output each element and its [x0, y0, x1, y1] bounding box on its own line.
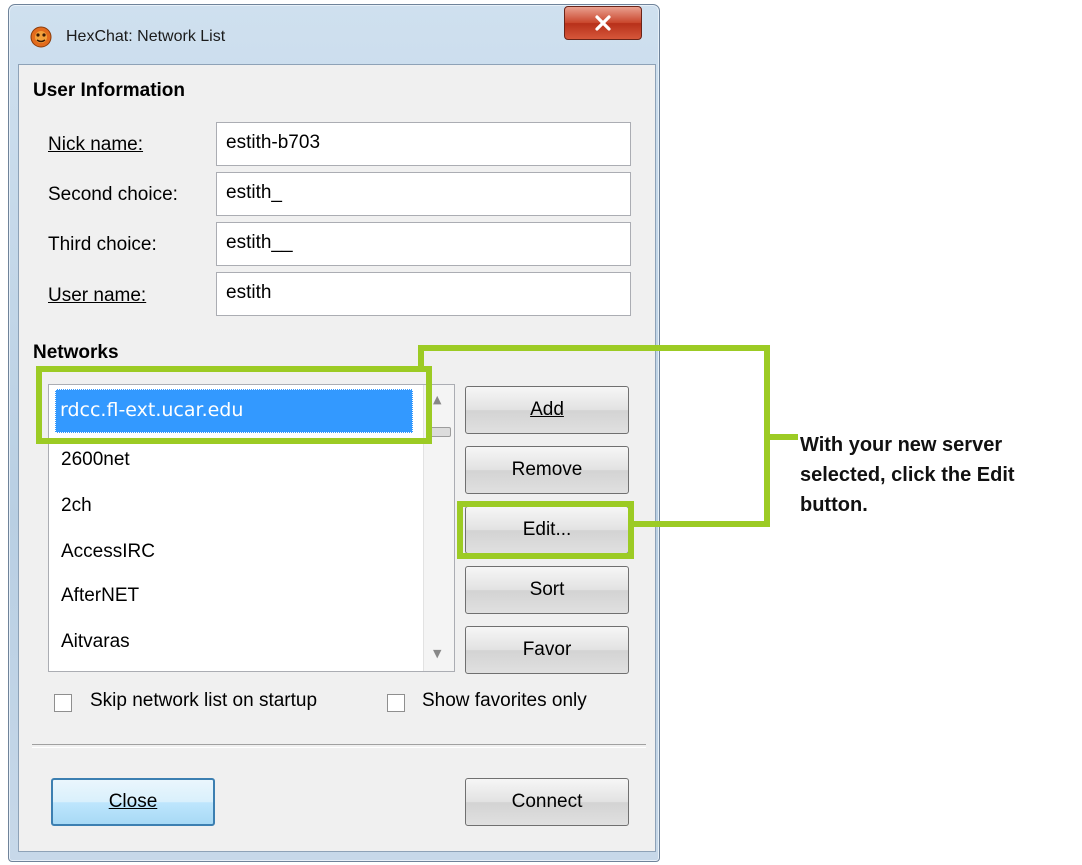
third-choice-field[interactable]: estith__ [216, 222, 631, 266]
skip-network-list-checkbox[interactable] [54, 694, 72, 712]
network-list-item[interactable]: AccessIRC [61, 541, 155, 563]
close-icon [595, 15, 611, 31]
show-favorites-label[interactable]: Show favorites only [422, 690, 587, 712]
divider [32, 744, 646, 748]
network-list-item[interactable]: 2600net [61, 449, 130, 471]
favor-button[interactable]: Favor [465, 626, 629, 674]
window-close-button[interactable] [564, 6, 642, 40]
favor-button-label: Favor [522, 639, 572, 660]
connect-button-label: Connect [511, 791, 583, 812]
scroll-up-arrow-icon[interactable]: ▲ [433, 393, 441, 406]
callout-connector-left [418, 345, 424, 370]
instruction-callout-text: With your new server selected, click the… [800, 434, 1015, 516]
selected-server-highlight [36, 366, 432, 444]
add-button[interactable]: Add [465, 386, 629, 434]
nick-name-field[interactable]: estith-b703 [216, 122, 631, 166]
scroll-down-arrow-icon[interactable]: ▼ [433, 647, 441, 660]
network-list-item[interactable]: AfterNET [61, 585, 139, 607]
sort-button-label: Sort [529, 579, 565, 600]
user-name-field[interactable]: estith [216, 272, 631, 316]
user-name-label: User name: [48, 285, 147, 306]
user-information-heading: User Information [33, 80, 186, 101]
connect-button[interactable]: Connect [465, 778, 629, 826]
third-choice-label: Third choice: [48, 234, 157, 255]
remove-button-label: Remove [511, 459, 583, 480]
callout-connector-top [418, 345, 770, 351]
networks-heading: Networks [33, 342, 119, 363]
skip-network-list-label[interactable]: Skip network list on startup [90, 690, 317, 712]
scrollbar-thumb[interactable] [429, 427, 451, 437]
callout-connector-edit [632, 521, 770, 527]
show-favorites-checkbox[interactable] [387, 694, 405, 712]
edit-button-highlight [457, 501, 634, 559]
callout-connector-text [764, 434, 798, 440]
network-list-item[interactable]: 2ch [61, 495, 92, 517]
window-title: HexChat: Network List [66, 28, 226, 45]
sort-button[interactable]: Sort [465, 566, 629, 614]
close-button[interactable]: Close [51, 778, 215, 826]
close-button-label: Close [108, 791, 158, 812]
hexchat-app-icon [30, 26, 52, 48]
remove-button[interactable]: Remove [465, 446, 629, 494]
network-list-item[interactable]: Aitvaras [61, 631, 130, 653]
second-choice-label: Second choice: [48, 184, 178, 205]
add-button-label: Add [530, 399, 564, 420]
nick-name-label: Nick name: [48, 134, 144, 155]
second-choice-field[interactable]: estith_ [216, 172, 631, 216]
